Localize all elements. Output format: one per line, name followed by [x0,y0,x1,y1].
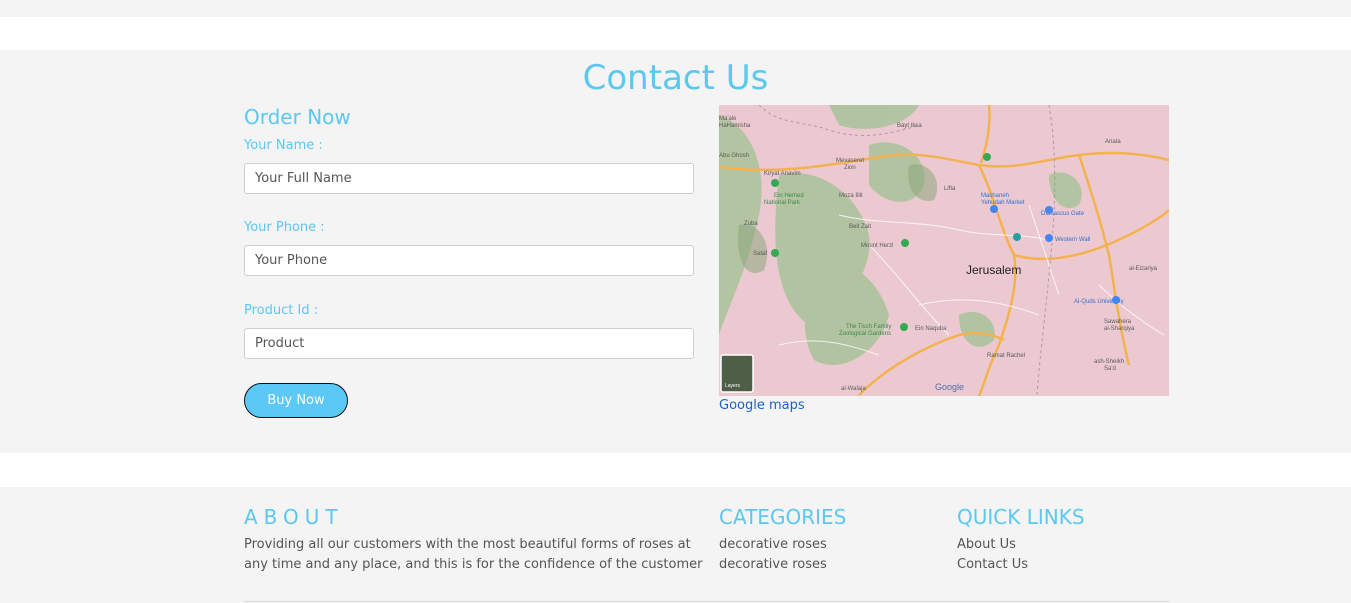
product-label: Product Id : [244,303,319,318]
quicklink-item[interactable]: Contact Us [957,555,1028,575]
svg-text:Zion: Zion [844,165,856,171]
phone-input[interactable] [244,245,694,276]
map-embed[interactable]: Bayt Iksa Kiryat Anavim Mevaseret Zion M… [719,105,1169,396]
top-strip [0,0,1351,17]
svg-text:al-Eizariya: al-Eizariya [1129,266,1158,272]
quicklinks-list: About Us Contact Us [957,535,1028,575]
category-link[interactable]: decorative roses [719,557,827,572]
svg-text:Bayt Iksa: Bayt Iksa [897,123,922,129]
map-layers-button[interactable]: Layers [720,354,754,393]
contact-title: Contact Us [582,58,769,98]
about-heading: ABOUT [244,505,344,529]
name-input[interactable] [244,163,694,194]
map-city-label: Jerusalem [966,263,1021,277]
map-layers-label: Layers [725,383,741,389]
svg-text:Sa'd: Sa'd [1104,366,1116,372]
svg-text:Lifta: Lifta [944,186,956,192]
google-maps-link[interactable]: Google maps [719,398,805,413]
name-label: Your Name : [244,138,323,153]
svg-text:Yehudah Market: Yehudah Market [981,200,1025,206]
phone-label: Your Phone : [244,220,325,235]
svg-text:The Tisch Family: The Tisch Family [846,324,891,330]
svg-text:Ein Naquba: Ein Naquba [915,326,947,332]
svg-text:Zoological Gardens: Zoological Gardens [839,331,891,337]
about-us-link[interactable]: About Us [957,537,1016,552]
categories-heading: CATEGORIES [719,505,847,529]
svg-text:al-Sharqiya: al-Sharqiya [1104,326,1135,332]
map-canvas[interactable]: Bayt Iksa Kiryat Anavim Mevaseret Zion M… [719,105,1169,396]
svg-text:Sataf: Sataf [753,251,767,257]
category-item[interactable]: decorative roses [719,535,827,555]
svg-text:Western Wall: Western Wall [1055,237,1090,243]
svg-text:Ein Hemed: Ein Hemed [774,193,804,199]
svg-text:Machaneh: Machaneh [981,193,1009,199]
contact-us-link[interactable]: Contact Us [957,557,1028,572]
quicklink-item[interactable]: About Us [957,535,1028,555]
category-link[interactable]: decorative roses [719,537,827,552]
svg-text:Mevaseret: Mevaseret [836,158,864,164]
about-text: Providing all our customers with the mos… [244,537,703,572]
svg-text:Moza Illit: Moza Illit [839,193,863,199]
svg-text:Ramat Rachel: Ramat Rachel [987,353,1025,359]
svg-text:al-Walaja: al-Walaja [841,386,866,392]
product-input[interactable] [244,328,694,359]
svg-text:Abu Ghosh: Abu Ghosh [719,153,749,159]
svg-text:Ma'ale: Ma'ale [719,116,737,122]
svg-text:National Park: National Park [764,200,801,206]
buy-now-button[interactable]: Buy Now [244,383,348,418]
svg-text:Mount Herzl: Mount Herzl [861,243,893,249]
svg-text:ash-Sheikh: ash-Sheikh [1094,359,1124,365]
category-item[interactable]: decorative roses [719,555,827,575]
svg-text:Beit Zait: Beit Zait [849,224,871,230]
categories-list: decorative roses decorative roses [719,535,827,575]
svg-text:Kiryat Anavim: Kiryat Anavim [764,171,801,177]
google-logo: Google [935,382,964,392]
footer-divider [244,601,1169,602]
svg-text:Anata: Anata [1105,139,1121,145]
svg-text:Sawahera: Sawahera [1104,319,1132,325]
svg-text:HaHamisha: HaHamisha [719,123,751,129]
svg-text:Zuba: Zuba [744,221,758,227]
order-title: Order Now [244,105,351,129]
quicklinks-heading: QUICK LINKS [957,505,1085,529]
